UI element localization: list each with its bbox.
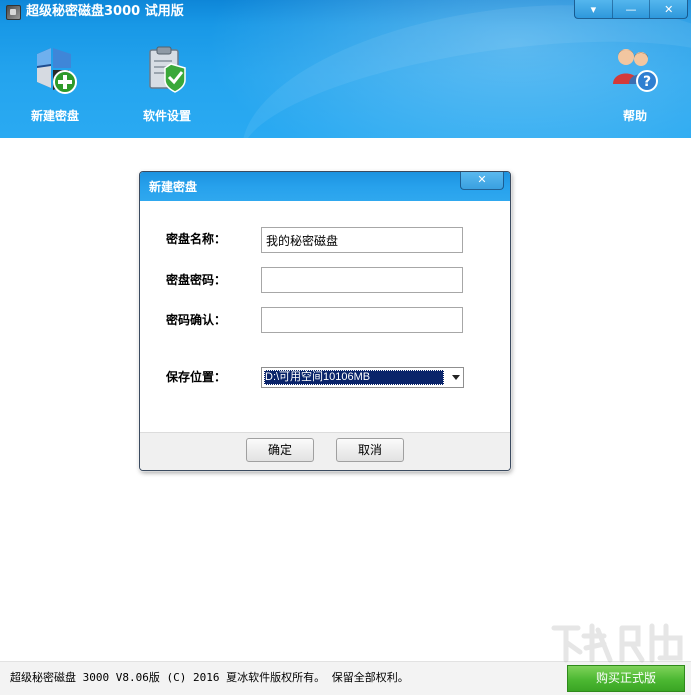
toolbar-new-disk-label: 新建密盘 <box>30 109 79 123</box>
close-icon: ✕ <box>477 173 487 186</box>
save-location-select[interactable]: D:\可用空间10106MB <box>261 367 464 388</box>
disk-password-label: 密盘密码： <box>166 273 227 287</box>
dialog-titlebar: 新建密盘 ✕ <box>140 172 510 201</box>
close-icon: ✕ <box>664 2 674 16</box>
disk-name-input[interactable] <box>261 227 463 253</box>
svg-text:?: ? <box>643 74 651 90</box>
app-icon <box>6 5 21 20</box>
minimize-button[interactable]: — <box>613 0 651 18</box>
menu-dropdown-button[interactable]: ▾ <box>575 0 613 18</box>
help-users-icon: ? <box>609 44 661 96</box>
disk-name-label: 密盘名称： <box>166 232 227 246</box>
toolbar-help[interactable]: ? 帮助 <box>590 44 680 126</box>
cancel-button[interactable]: 取消 <box>336 438 404 462</box>
disk-password-input[interactable] <box>261 267 463 293</box>
dialog-title: 新建密盘 <box>149 180 198 194</box>
toolbar-help-label: 帮助 <box>622 109 647 123</box>
chevron-down-icon <box>452 375 460 380</box>
dialog-footer <box>140 432 510 470</box>
save-location-value: D:\可用空间10106MB <box>264 370 444 385</box>
copyright-text: 超级秘密磁盘 3000 V8.06版 (C) 2016 夏冰软件版权所有。 保留… <box>10 671 409 684</box>
new-disk-dialog: 新建密盘 ✕ 密盘名称： 密盘密码： 密码确认： 保存位置： D:\可用空间10… <box>139 171 511 471</box>
window-title: 超级秘密磁盘3000 试用版 <box>26 4 184 19</box>
toolbar-settings-label: 软件设置 <box>142 109 191 123</box>
header-bar: 超级秘密磁盘3000 试用版 ▾ — ✕ 新建密盘 软件设置 ? 帮助 <box>0 0 691 138</box>
dialog-close-button[interactable]: ✕ <box>460 172 504 190</box>
password-confirm-label: 密码确认： <box>166 313 227 327</box>
settings-clipboard-icon <box>141 44 193 96</box>
watermark-logo <box>548 618 688 668</box>
buy-full-version-button[interactable]: 购买正式版 <box>567 665 685 692</box>
ok-button[interactable]: 确定 <box>246 438 314 462</box>
password-confirm-input[interactable] <box>261 307 463 333</box>
toolbar-settings[interactable]: 软件设置 <box>122 44 212 126</box>
toolbar-new-disk[interactable]: 新建密盘 <box>10 44 100 126</box>
new-disk-icon <box>29 44 81 96</box>
minimize-icon: — <box>625 2 637 16</box>
window-controls: ▾ — ✕ <box>574 0 688 19</box>
chevron-down-icon: ▾ <box>590 2 597 16</box>
close-button[interactable]: ✕ <box>650 0 687 18</box>
save-location-label: 保存位置： <box>166 370 227 384</box>
